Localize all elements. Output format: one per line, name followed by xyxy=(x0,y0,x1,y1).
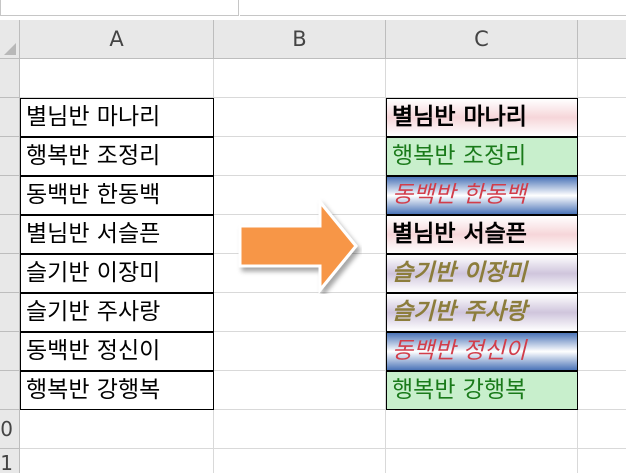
cell-a3[interactable]: 행복반 조정리 xyxy=(20,137,214,176)
cell-c4[interactable]: 동백반 한동백 xyxy=(386,176,578,215)
column-header-c[interactable]: C xyxy=(386,20,578,59)
cell-c8[interactable]: 동백반 정신이 xyxy=(386,332,578,371)
arrow-shape xyxy=(238,198,358,294)
row-header[interactable] xyxy=(0,98,20,137)
cell-a5[interactable]: 별님반 서슬픈 xyxy=(20,215,214,254)
name-box[interactable] xyxy=(0,0,239,16)
cell-c7[interactable]: 슬기반 주사랑 xyxy=(386,293,578,332)
cell-a4[interactable]: 동백반 한동백 xyxy=(20,176,214,215)
column-header-a[interactable]: A xyxy=(20,20,214,59)
column-header-d[interactable] xyxy=(578,20,626,59)
row-header[interactable] xyxy=(0,254,20,293)
row-header[interactable] xyxy=(0,332,20,371)
cell-a6[interactable]: 슬기반 이장미 xyxy=(20,254,214,293)
row-header[interactable] xyxy=(0,176,20,215)
row-header[interactable] xyxy=(0,137,20,176)
cell-c5[interactable]: 별님반 서슬픈 xyxy=(386,215,578,254)
row-header-11[interactable]: 1 xyxy=(0,449,20,473)
select-all-triangle-icon xyxy=(4,43,16,55)
column-header-b[interactable]: B xyxy=(214,20,386,59)
cell-a8[interactable]: 동백반 정신이 xyxy=(20,332,214,371)
formula-bar[interactable] xyxy=(240,0,626,16)
cell-c6[interactable]: 슬기반 이장미 xyxy=(386,254,578,293)
formula-bar-area xyxy=(0,0,626,20)
cell-c9[interactable]: 행복반 강행복 xyxy=(386,371,578,410)
cell-a2[interactable]: 별님반 마나리 xyxy=(20,98,214,137)
row-header[interactable] xyxy=(0,371,20,410)
cell-c3[interactable]: 행복반 조정리 xyxy=(386,137,578,176)
row-header[interactable] xyxy=(0,293,20,332)
row-header-10[interactable]: 0 xyxy=(0,410,20,449)
select-all-button[interactable] xyxy=(0,20,20,59)
row-header[interactable] xyxy=(0,215,20,254)
cell-a7[interactable]: 슬기반 주사랑 xyxy=(20,293,214,332)
row-header[interactable] xyxy=(0,59,20,98)
cell-a9[interactable]: 행복반 강행복 xyxy=(20,371,214,410)
right-arrow-icon xyxy=(238,198,358,294)
cell-c2[interactable]: 별님반 마나리 xyxy=(386,98,578,137)
